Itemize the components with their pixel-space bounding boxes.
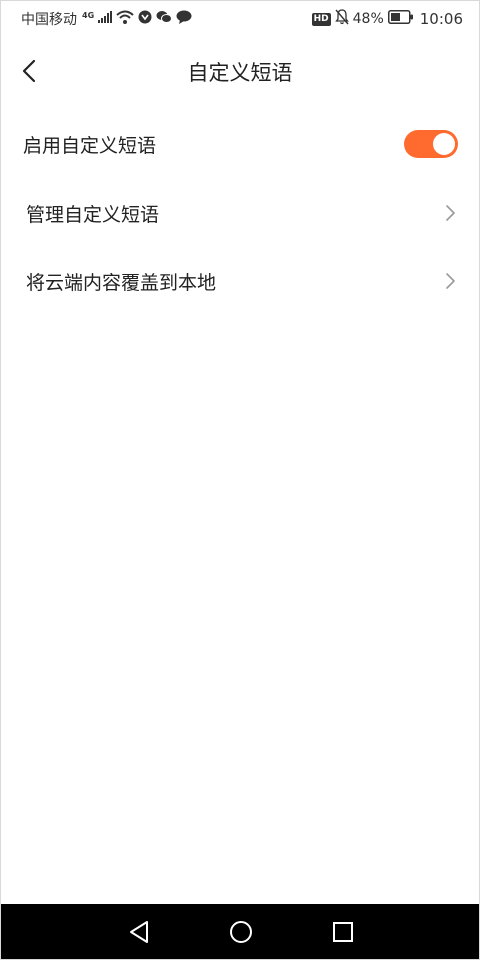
enable-custom-phrases-toggle[interactable]	[404, 130, 458, 158]
app-notification-icon	[138, 10, 152, 28]
enable-custom-phrases-row: 启用自定义短语	[1, 109, 479, 179]
toggle-knob	[433, 133, 455, 155]
status-right: HD 48% 10:06	[311, 9, 463, 29]
wifi-icon	[116, 10, 134, 28]
enable-custom-phrases-label: 启用自定义短语	[23, 134, 157, 157]
clock: 10:06	[419, 10, 463, 28]
system-home-button[interactable]	[227, 918, 255, 946]
system-back-button[interactable]	[125, 918, 153, 946]
message-icon	[176, 10, 192, 28]
hd-badge: HD	[311, 12, 331, 26]
battery-icon	[387, 10, 414, 28]
manage-custom-phrases-label: 管理自定义短语	[26, 203, 160, 226]
back-triangle-icon	[130, 921, 148, 943]
page-title: 自定义短语	[187, 61, 293, 85]
chevron-right-icon	[446, 273, 455, 289]
battery-percentage: 48%	[352, 11, 384, 27]
manage-custom-phrases-row[interactable]: 管理自定义短语	[1, 179, 479, 247]
wechat-icon	[156, 10, 173, 28]
chevron-right-icon	[446, 205, 455, 221]
screen: 中国移动 4G HD 48% 10:06 自定义短语 启用自定义短语 管理自定义…	[0, 0, 480, 960]
system-recents-button[interactable]	[329, 918, 357, 946]
mute-bell-icon	[334, 9, 349, 29]
signal-icon	[98, 11, 113, 27]
recents-square-icon	[333, 922, 353, 942]
network-generation: 4G	[82, 10, 95, 20]
status-left: 中国移动 4G	[21, 9, 192, 29]
overwrite-local-row[interactable]: 将云端内容覆盖到本地	[1, 247, 479, 315]
nav-header: 自定义短语	[1, 41, 479, 101]
status-bar: 中国移动 4G HD 48% 10:06	[1, 1, 479, 35]
home-circle-icon	[230, 921, 252, 943]
settings-list: 启用自定义短语 管理自定义短语 将云端内容覆盖到本地	[1, 109, 479, 315]
carrier-name: 中国移动	[21, 12, 77, 28]
system-navigation-bar	[1, 904, 479, 959]
overwrite-local-label: 将云端内容覆盖到本地	[26, 271, 217, 294]
